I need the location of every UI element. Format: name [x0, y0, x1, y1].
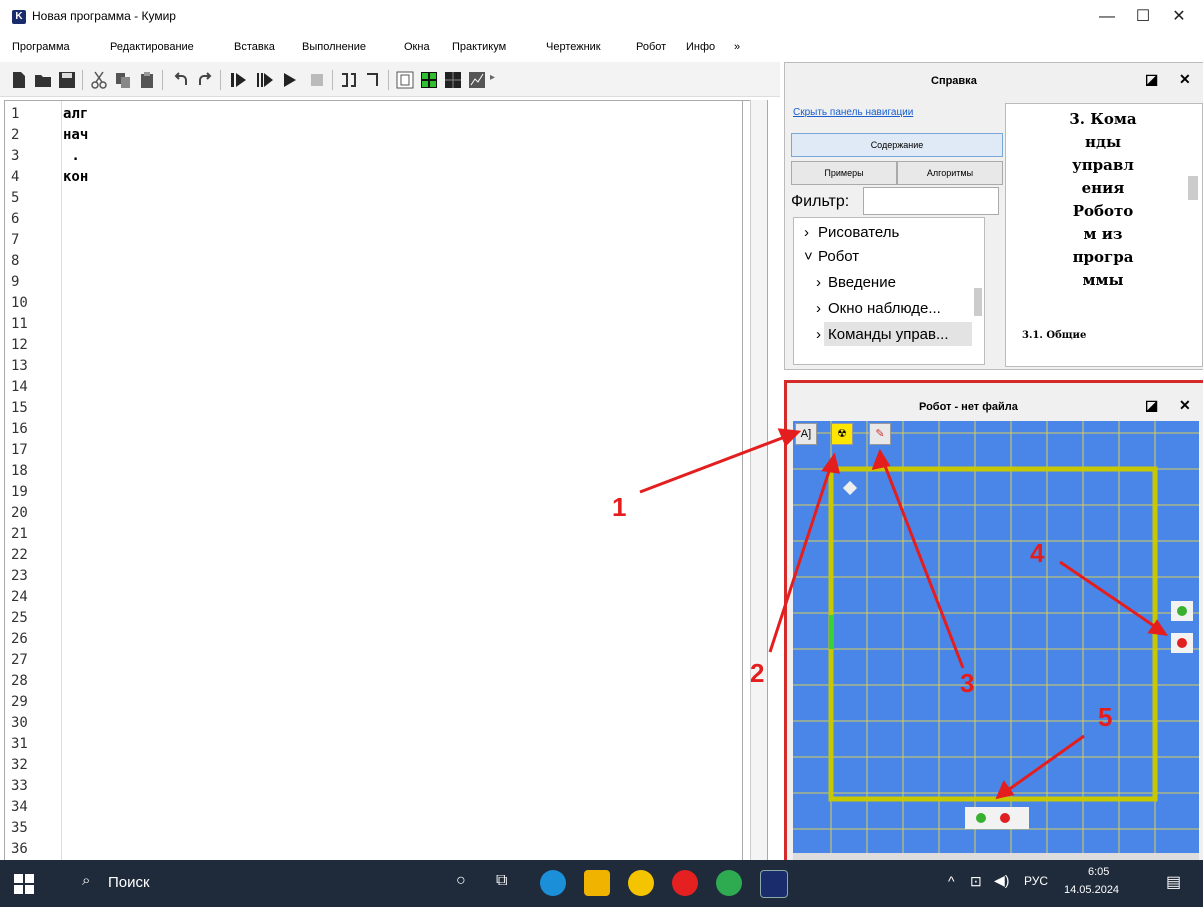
taskbar: ⌕ Поиск ○ ⧉ ^ ⊡ ◀) РУС 6:05 14.05.2024 ▤ [0, 860, 1203, 907]
arrow-2-head [821, 452, 840, 474]
annotation-3: 3 [960, 668, 975, 698]
search-icon[interactable]: ⌕ [82, 872, 90, 889]
yandex-browser-icon[interactable] [628, 870, 654, 896]
arrow-1-head [777, 428, 802, 447]
annotation-1: 1 [612, 492, 627, 522]
arrow-4 [1059, 560, 1161, 632]
clock-time[interactable]: 6:05 [1088, 866, 1109, 878]
yandex-icon[interactable] [672, 870, 698, 896]
task-view-icon[interactable]: ⧉ [496, 872, 507, 890]
annotation-4: 4 [1030, 538, 1045, 568]
arrow-3-head [871, 448, 891, 471]
arrow-5 [1003, 734, 1085, 795]
notifications-icon[interactable]: ▤ [1166, 872, 1181, 892]
arrow-1 [639, 433, 791, 494]
arrow-3 [880, 457, 965, 669]
edge-icon[interactable] [540, 870, 566, 896]
file-explorer-icon[interactable] [584, 870, 610, 896]
tray-chevron-icon[interactable]: ^ [948, 873, 955, 889]
kumir-taskbar-icon[interactable] [760, 870, 788, 898]
chrome-icon[interactable] [716, 870, 742, 896]
cortana-icon[interactable]: ○ [456, 872, 466, 890]
arrow-5-head [995, 779, 1015, 800]
network-icon[interactable]: ⊡ [970, 873, 982, 890]
annotation-5: 5 [1098, 702, 1113, 732]
annotation-2: 2 [750, 658, 765, 688]
volume-icon[interactable]: ◀) [994, 872, 1009, 889]
annotation-arrows [639, 428, 1169, 800]
windows-start-icon[interactable] [14, 874, 34, 894]
language-indicator[interactable]: РУС [1024, 874, 1048, 888]
clock-date[interactable]: 14.05.2024 [1064, 884, 1119, 896]
arrow-2 [768, 461, 834, 653]
search-box[interactable]: Поиск [108, 874, 150, 891]
